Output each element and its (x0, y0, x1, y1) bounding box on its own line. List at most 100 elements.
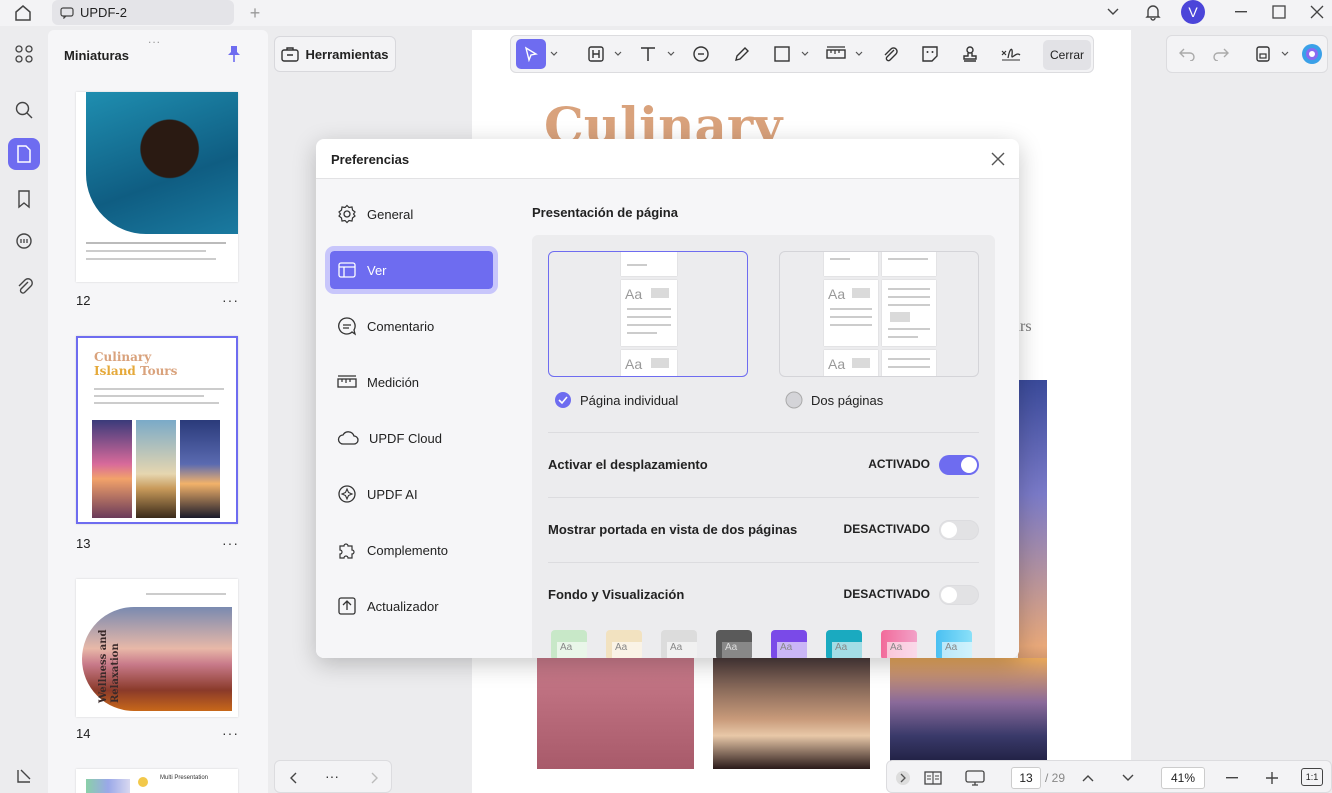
search-icon (15, 101, 33, 119)
background-swatch-dark[interactable]: Aa (716, 630, 752, 658)
rail-comments[interactable] (8, 226, 40, 258)
tools-button[interactable]: Herramientas (274, 36, 396, 72)
nav-item-actualizador[interactable]: Actualizador (330, 587, 493, 625)
measure-tool[interactable] (823, 39, 849, 69)
background-swatch-pink[interactable]: Aa (881, 630, 917, 658)
page-more-button[interactable]: ··· (222, 535, 239, 551)
rail-layers[interactable] (8, 760, 40, 792)
radio-empty-icon (785, 391, 803, 409)
updf-ai-button[interactable] (1299, 39, 1325, 69)
page-icon (17, 145, 31, 163)
thumbnail-page-14[interactable]: Wellness and Relaxation (76, 579, 238, 717)
page-more-button[interactable]: ··· (222, 725, 239, 741)
collapse-button[interactable] (893, 763, 913, 793)
zoom-out-button[interactable] (1221, 763, 1243, 793)
current-page-input[interactable]: 13 (1011, 767, 1041, 789)
layout-card-double[interactable]: Aa Aa (779, 251, 979, 377)
page-number: 12 (76, 293, 91, 308)
toolbox-icon (281, 47, 300, 62)
page-more-button[interactable]: ··· (222, 292, 239, 308)
select-tool[interactable] (516, 39, 546, 69)
close-toolbar-button[interactable]: Cerrar (1043, 40, 1091, 70)
document-photo-beach-hut (713, 658, 870, 769)
redo-button[interactable] (1209, 39, 1233, 69)
thumbnail-page-15[interactable]: Multi Presentation (76, 769, 238, 793)
undo-button[interactable] (1175, 39, 1199, 69)
pencil-tool[interactable] (729, 39, 755, 69)
nav-item-comentario[interactable]: Comentario (330, 307, 493, 345)
presentation-icon (965, 770, 985, 786)
chevron-down-icon[interactable] (667, 50, 675, 58)
presentation-button[interactable] (961, 763, 989, 793)
background-swatch-green[interactable]: Aa (551, 630, 587, 658)
rail-search[interactable] (8, 94, 40, 126)
nav-item-general[interactable]: General (330, 195, 493, 233)
chevron-down-icon[interactable] (801, 50, 809, 58)
chevron-down-icon[interactable] (614, 50, 622, 58)
document-tab[interactable]: UPDF-2 (52, 0, 234, 25)
chevron-down-icon[interactable] (1281, 50, 1289, 58)
divider (548, 562, 979, 563)
nav-item-complemento[interactable]: Complemento (330, 531, 493, 569)
paperclip-icon (18, 278, 33, 294)
chevron-down-icon[interactable] (855, 50, 863, 58)
nav-item-updf-ai[interactable]: UPDF AI (330, 475, 493, 513)
save-button[interactable] (1251, 39, 1275, 69)
zoom-input[interactable]: 41% (1161, 767, 1205, 789)
zoom-in-button[interactable] (1261, 763, 1283, 793)
thumbnail-page-13[interactable]: Culinary Island Tours (76, 336, 238, 524)
redo-icon (1213, 48, 1229, 61)
next-page-button[interactable] (1117, 763, 1139, 793)
radio-two-pages[interactable]: Dos páginas (785, 391, 883, 409)
background-swatch-gray[interactable]: Aa (661, 630, 697, 658)
stamp-tool[interactable] (957, 39, 983, 69)
rail-pages[interactable] (8, 138, 40, 170)
background-swatch-purple[interactable]: Aa (771, 630, 807, 658)
new-tab-button[interactable]: + (244, 2, 266, 24)
minimize-button[interactable] (1226, 0, 1256, 24)
panel-grip[interactable]: ... (148, 32, 161, 46)
avatar[interactable]: V (1181, 0, 1205, 24)
background-swatch-teal[interactable]: Aa (826, 630, 862, 658)
background-toggle[interactable] (939, 585, 979, 605)
cloud-icon (337, 431, 359, 445)
signature-tool[interactable] (997, 39, 1025, 69)
rail-attachments[interactable] (8, 270, 40, 302)
nav-item-medicion[interactable]: Medición (330, 363, 493, 401)
save-icon (1256, 46, 1270, 62)
nav-item-updf-cloud[interactable]: UPDF Cloud (330, 419, 493, 457)
actual-size-button[interactable]: 1:1 (1301, 768, 1323, 786)
pin-button[interactable] (226, 45, 242, 63)
close-icon (991, 152, 1005, 166)
close-window-button[interactable] (1302, 0, 1332, 24)
next-button[interactable] (363, 763, 385, 793)
chevron-down-icon[interactable] (550, 50, 558, 58)
background-swatch-sky[interactable]: Aa (936, 630, 972, 658)
tabs-dropdown-button[interactable] (1098, 0, 1128, 24)
background-swatch-beige[interactable]: Aa (606, 630, 642, 658)
rail-thumbnails-grid[interactable] (8, 38, 40, 70)
prev-button[interactable] (283, 763, 305, 793)
text-tool[interactable] (635, 39, 661, 69)
attach-tool[interactable] (877, 39, 903, 69)
notifications-button[interactable] (1138, 0, 1168, 24)
thumbnail-page-12[interactable] (76, 92, 238, 282)
radio-single-page[interactable]: Página individual (554, 391, 678, 409)
book-icon (924, 771, 942, 785)
dialog-close-button[interactable] (990, 151, 1008, 169)
scroll-toggle[interactable] (939, 455, 979, 475)
page-layout-button[interactable] (921, 763, 945, 793)
shape-tool[interactable] (769, 39, 795, 69)
home-button[interactable] (10, 2, 36, 24)
sticker-tool[interactable] (917, 39, 943, 69)
grid-icon (15, 45, 33, 63)
cover-toggle[interactable] (939, 520, 979, 540)
maximize-button[interactable] (1264, 0, 1294, 24)
nav-item-ver[interactable]: Ver (325, 246, 498, 294)
rail-bookmarks[interactable] (8, 183, 40, 215)
layout-card-single[interactable]: Aa Aa (548, 251, 748, 377)
nav-more-button[interactable]: ··· (325, 768, 339, 784)
prev-page-button[interactable] (1077, 763, 1099, 793)
comment-tool[interactable] (688, 39, 714, 69)
highlight-tool[interactable] (583, 39, 609, 69)
